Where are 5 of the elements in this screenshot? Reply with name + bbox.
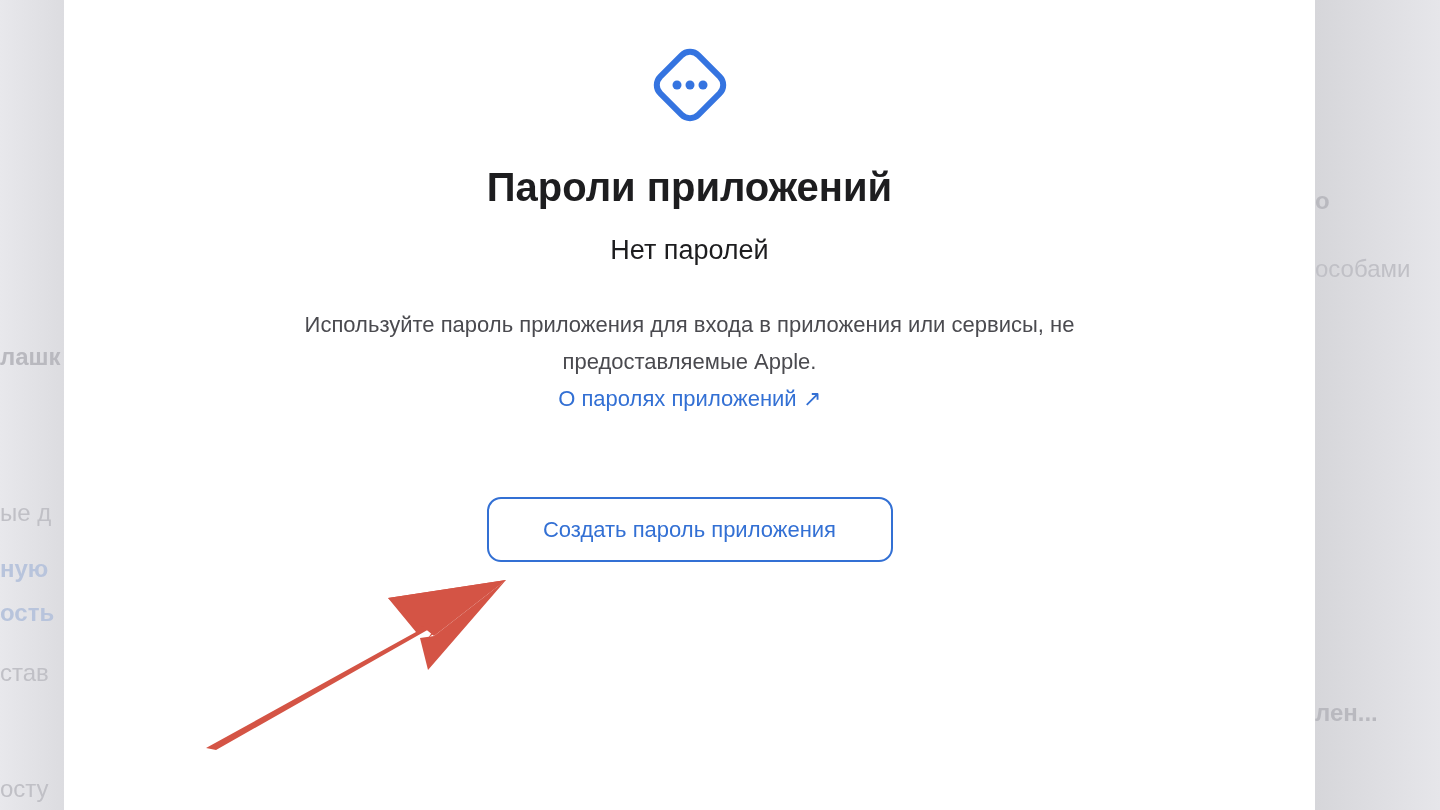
description-text: Используйте пароль приложения для входа в приложения или сервисы, не предоставляемые Apple. xyxy=(303,311,1076,376)
dialog-title: Пароли приложений xyxy=(486,164,893,211)
about-link[interactable]: О паролях приложений ↗ xyxy=(558,380,821,417)
dialog-subtitle: Нет паролей xyxy=(610,234,769,267)
create-password-button[interactable]: Создать пароль приложения xyxy=(486,497,893,562)
